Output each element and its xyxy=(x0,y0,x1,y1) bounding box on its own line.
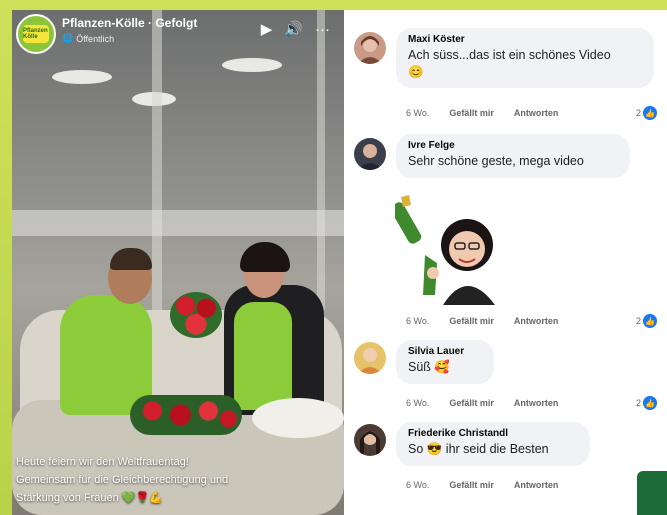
like-button[interactable]: Gefällt mir xyxy=(449,316,494,326)
roses-on-table xyxy=(130,395,242,435)
caption-line: Heute feiern wir den Weltfrauentag! xyxy=(16,456,189,468)
like-icon: 👍 xyxy=(643,106,657,120)
reply-button[interactable]: Antworten xyxy=(514,316,559,326)
person-right-hair xyxy=(240,242,290,272)
volume-icon[interactable]: 🔊 xyxy=(284,20,303,38)
comment-actions: 6 Wo. Gefällt mir Antworten xyxy=(406,480,558,490)
champagne-sticker xyxy=(390,195,505,305)
like-icon: 👍 xyxy=(643,314,657,328)
video-controls: ▶ 🔊 ··· xyxy=(261,20,330,39)
comment-text: So 😎 ihr seid die Besten xyxy=(408,442,549,456)
person-right xyxy=(234,302,292,410)
page-name[interactable]: Pflanzen-Kölle · Gefolgt xyxy=(62,16,197,30)
avatar[interactable] xyxy=(354,138,386,170)
reaction-count[interactable]: 2 👍 xyxy=(636,106,657,120)
reply-button[interactable]: Antworten xyxy=(514,108,559,118)
ceiling-light xyxy=(52,70,112,84)
reaction-count[interactable]: 2 👍 xyxy=(636,396,657,410)
comment-time[interactable]: 6 Wo. xyxy=(406,480,429,490)
comment-text: Ach süss...das ist ein schönes Video xyxy=(408,48,611,62)
comment-bubble: Ivre Felge Sehr schöne geste, mega video xyxy=(396,134,630,178)
comment-author[interactable]: Silvia Lauer xyxy=(408,346,482,357)
comments-panel: Maxi Köster Ach süss...das ist ein schön… xyxy=(344,10,667,515)
video-header: Pflanzen Kölle Pflanzen-Kölle · Gefolgt … xyxy=(12,10,344,54)
ceiling-light xyxy=(222,58,282,72)
more-options-icon[interactable]: ··· xyxy=(315,21,330,38)
visibility-info: 🌐 Öffentlich xyxy=(62,33,114,44)
like-icon: 👍 xyxy=(643,396,657,410)
comment-text: Süß 🥰 xyxy=(408,360,450,374)
comment-bubble: Friederike Christandl So 😎 ihr seid die … xyxy=(396,422,590,466)
avatar[interactable] xyxy=(354,32,386,64)
reply-button[interactable]: Antworten xyxy=(514,398,559,408)
comment-author[interactable]: Friederike Christandl xyxy=(408,428,578,439)
like-button[interactable]: Gefällt mir xyxy=(449,398,494,408)
reply-button[interactable]: Antworten xyxy=(514,480,559,490)
like-button[interactable]: Gefällt mir xyxy=(449,108,494,118)
comment-actions: 6 Wo. Gefällt mir Antworten xyxy=(406,316,558,326)
page-logo[interactable]: Pflanzen Kölle xyxy=(16,14,56,54)
person-left-hair xyxy=(110,248,152,270)
rose-bouquet xyxy=(170,292,222,338)
corner-badge xyxy=(637,471,667,515)
comment-author[interactable]: Maxi Köster xyxy=(408,34,642,45)
comment-time[interactable]: 6 Wo. xyxy=(406,108,429,118)
caption-line: Stärkung von Frauen 💚🌹💪 xyxy=(16,492,163,504)
video-caption: Heute feiern wir den Weltfrauentag! Geme… xyxy=(16,453,336,507)
comment-text: 😊 xyxy=(408,65,424,79)
logo-text: Pflanzen Kölle xyxy=(23,25,49,43)
side-table xyxy=(252,398,344,438)
video-player[interactable]: Pflanzen Kölle Pflanzen-Kölle · Gefolgt … xyxy=(12,10,344,515)
comment-text: Sehr schöne geste, mega video xyxy=(408,154,584,168)
visibility-label: Öffentlich xyxy=(76,33,115,44)
reaction-number: 2 xyxy=(635,108,641,118)
comment-actions: 6 Wo. Gefällt mir Antworten xyxy=(406,398,558,408)
frosted-glass-band xyxy=(12,210,344,236)
play-icon[interactable]: ▶ xyxy=(261,20,273,38)
comment-author[interactable]: Ivre Felge xyxy=(408,140,618,151)
reaction-number: 2 xyxy=(635,316,641,326)
reaction-count[interactable]: 2 👍 xyxy=(636,314,657,328)
glass-frame xyxy=(152,10,162,310)
comment-actions: 6 Wo. Gefällt mir Antworten xyxy=(406,108,558,118)
comment-bubble: Maxi Köster Ach süss...das ist ein schön… xyxy=(396,28,654,88)
comment-time[interactable]: 6 Wo. xyxy=(406,398,429,408)
reaction-number: 2 xyxy=(635,398,641,408)
avatar[interactable] xyxy=(354,342,386,374)
comment-bubble: Silvia Lauer Süß 🥰 xyxy=(396,340,494,384)
caption-line: Gemeinsam für die Gleichberechtigung und xyxy=(16,474,229,486)
comment-time[interactable]: 6 Wo. xyxy=(406,316,429,326)
glass-frame xyxy=(317,10,325,310)
like-button[interactable]: Gefällt mir xyxy=(449,480,494,490)
avatar[interactable] xyxy=(354,424,386,456)
globe-icon: 🌐 xyxy=(62,33,74,43)
person-left xyxy=(60,295,152,415)
